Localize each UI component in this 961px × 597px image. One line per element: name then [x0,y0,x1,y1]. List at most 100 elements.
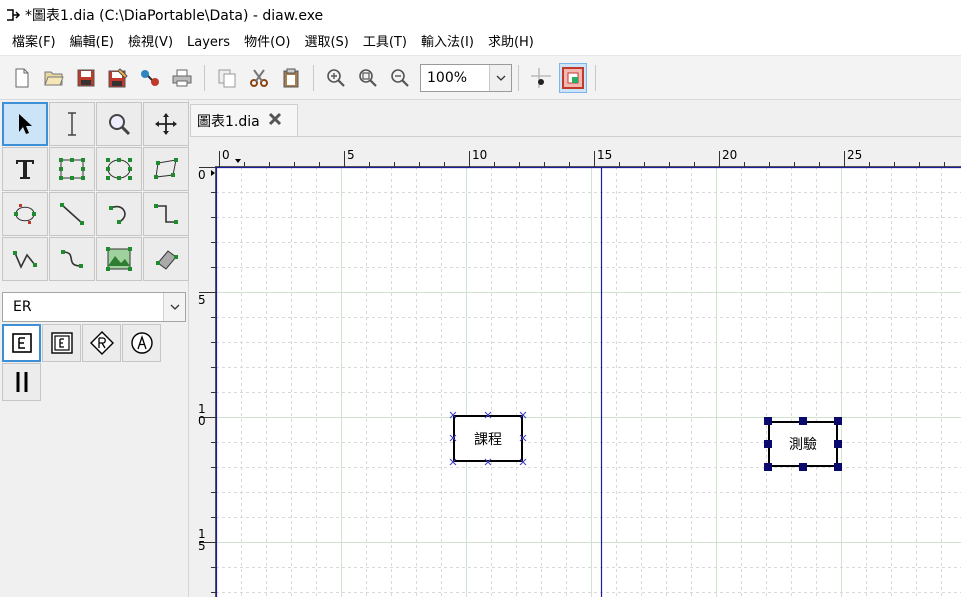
ruler-label: 0 [222,148,230,162]
print-icon [172,69,192,86]
selection-handle[interactable] [764,463,772,471]
new-button[interactable] [8,63,36,93]
menu-edit[interactable]: 編輯(E) [63,32,121,54]
zigzag-line-tool-icon [154,204,178,224]
tab-document[interactable]: 圖表1.dia [190,104,298,137]
selection-handle[interactable] [834,417,842,425]
er-relationship-shape[interactable] [82,324,121,362]
menu-objects[interactable]: 物件(O) [237,32,297,54]
ruler-label: 0 [198,168,206,182]
scroll-tool[interactable] [143,102,189,146]
open-button[interactable] [40,63,68,93]
connection-point [449,458,457,466]
polygon-tool-icon [154,158,178,179]
selection-handles[interactable] [764,417,842,471]
relationship-icon [89,331,114,355]
image-tool[interactable] [96,237,142,281]
menu-file[interactable]: 檔案(F) [5,32,63,54]
selection-handle[interactable] [799,417,807,425]
toolbar-separator [518,64,519,91]
copy-button[interactable] [213,63,241,93]
zoom-out-button[interactable] [386,63,414,93]
sheet-selector[interactable]: ER [2,292,186,322]
beziergon-tool[interactable] [2,192,48,236]
menu-input-methods[interactable]: 輸入法(I) [414,32,481,54]
beziergon-tool-icon [14,204,36,224]
text-edit-tool[interactable] [49,102,95,146]
diagram-canvas[interactable]: 課程 測驗 [216,167,961,597]
scroll-tool-icon [155,113,177,135]
connection-point [519,458,527,466]
attribute-icon [130,332,153,354]
save-as-icon [108,67,128,87]
text-tool[interactable] [2,147,48,191]
er-weak-entity-shape[interactable] [42,324,81,362]
chevron-down-icon[interactable] [163,293,185,321]
zoom-combo[interactable]: 100% [420,63,512,92]
bezier-line-tool[interactable] [49,237,95,281]
paste-button[interactable] [277,63,305,93]
zoom-in-icon [327,68,345,87]
pointer-tool[interactable] [2,102,48,146]
menu-bar: 檔案(F) 編輯(E) 檢視(V) Layers 物件(O) 選取(S) 工具(… [0,30,961,56]
selection-handle[interactable] [764,417,772,425]
menu-layers[interactable]: Layers [180,32,237,54]
magnify-tool-icon [109,114,131,136]
copy-icon [218,69,236,87]
sheet-object-grid [2,324,161,401]
entity-icon [11,333,32,353]
er-attribute-shape[interactable] [122,324,161,362]
snap-to-grid-button[interactable] [527,63,555,93]
arc-tool[interactable] [96,192,142,236]
snap-to-grid-icon [531,67,551,88]
ellipse-tool-icon [106,158,132,180]
polygon-tool[interactable] [143,147,189,191]
cut-icon [250,68,268,87]
line-tool[interactable] [49,192,95,236]
menu-tools[interactable]: 工具(T) [356,32,414,54]
save-icon [77,69,95,86]
selection-handle[interactable] [764,440,772,448]
horizontal-ruler[interactable]: 0 5 10 15 20 25 [215,145,961,167]
vertical-ruler[interactable]: 051015 [195,167,216,597]
er-participation-shape[interactable] [2,363,41,401]
selection-handle[interactable] [834,440,842,448]
chevron-down-icon[interactable] [489,64,511,91]
cut-button[interactable] [245,63,273,93]
ruler-pointer-icon [211,170,215,176]
ruler-label: 5 [198,539,206,553]
ruler-corner [195,145,215,167]
magnify-tool[interactable] [96,102,142,146]
save-as-button[interactable] [104,63,132,93]
ruler-label: 15 [597,148,612,162]
save-button[interactable] [72,63,100,93]
menu-help[interactable]: 求助(H) [481,32,541,54]
weak-entity-icon [50,332,73,354]
snap-to-objects-button[interactable] [559,62,587,93]
close-icon[interactable] [268,112,282,130]
outline-tool[interactable] [143,237,189,281]
toolbar-separator [313,64,314,91]
connection-points [449,411,527,466]
ellipse-tool[interactable] [96,147,142,191]
line-tool-icon [60,203,84,225]
selection-handle[interactable] [799,463,807,471]
menu-select[interactable]: 選取(S) [297,32,355,54]
zigzag-line-tool[interactable] [143,192,189,236]
print-button[interactable] [168,63,196,93]
er-entity-shape[interactable] [2,324,41,362]
arc-tool-icon [109,205,126,224]
polyline-tool[interactable] [2,237,48,281]
ruler-label: 5 [347,148,355,162]
new-icon [15,68,29,87]
sheet-selector-value[interactable]: ER [3,299,163,315]
zoom-in-button[interactable] [322,63,350,93]
outline-tool-icon [156,250,178,270]
zoom-value[interactable]: 100% [421,70,489,86]
connection-point [519,434,527,442]
export-button[interactable] [136,63,164,93]
box-tool[interactable] [49,147,95,191]
selection-handle[interactable] [834,463,842,471]
zoom-fit-button[interactable] [354,63,382,93]
menu-view[interactable]: 檢視(V) [121,32,180,54]
